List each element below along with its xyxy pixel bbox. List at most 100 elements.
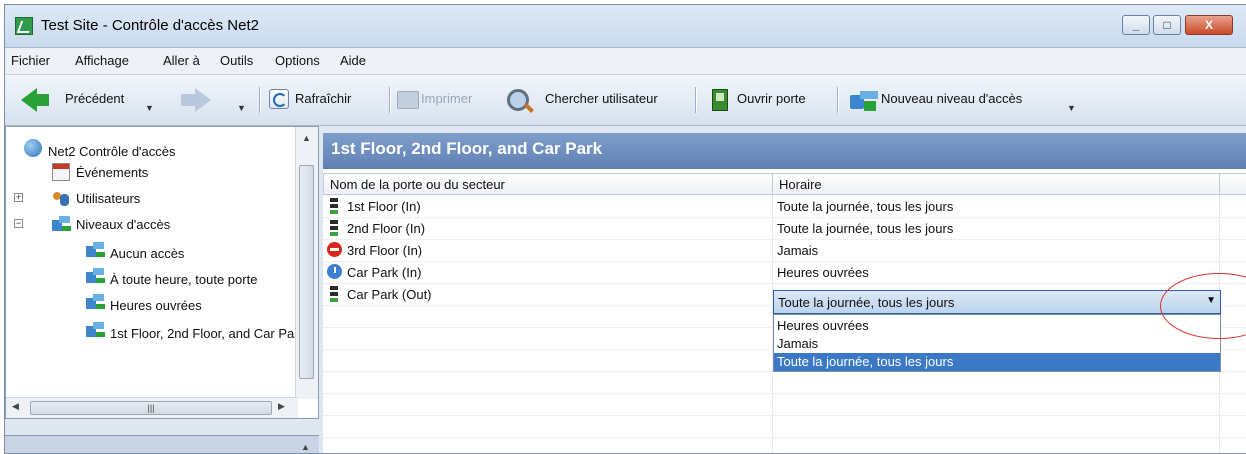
tree-item-label: À toute heure, toute porte	[110, 272, 258, 287]
window-title: Test Site - Contrôle d'accès Net2	[41, 17, 259, 34]
back-dropdown-caret-icon[interactable]: ▼	[145, 103, 154, 113]
table-row[interactable]: 3rd Floor (In) Jamais	[323, 239, 1246, 262]
forward-dropdown-caret-icon[interactable]: ▼	[237, 103, 246, 113]
schedule-dropdown[interactable]: Toute la journée, tous les jours ▼	[773, 290, 1221, 314]
empty-row	[323, 371, 1246, 394]
toolbar-separator	[259, 87, 261, 113]
app-window: Test Site - Contrôle d'accès Net2 _ □ X …	[4, 4, 1246, 454]
column-header-label: Horaire	[779, 177, 822, 192]
table-row[interactable]: Car Park (In) Heures ouvrées	[323, 261, 1246, 284]
scroll-up-icon[interactable]: ▲	[302, 133, 311, 143]
collapse-icon[interactable]: −	[14, 219, 23, 228]
access-level-icon	[86, 293, 104, 311]
tree-item-selected-level[interactable]: 1st Floor, 2nd Floor, and Car Park	[86, 319, 294, 343]
minimize-button[interactable]: _	[1122, 15, 1150, 35]
toolbar-separator	[837, 87, 839, 113]
new-access-level-caret-icon[interactable]: ▼	[1067, 103, 1076, 113]
table-row[interactable]: 2nd Floor (In) Toute la journée, tous le…	[323, 217, 1246, 240]
option-label: Heures ouvrées	[777, 318, 869, 333]
lower-pane: ▲	[5, 435, 319, 453]
search-user-label: Chercher utilisateur	[545, 91, 658, 106]
menu-bar: Fichier Affichage Aller à Outils Options…	[5, 48, 1246, 75]
dropdown-option-selected[interactable]: Toute la journée, tous les jours	[774, 353, 1220, 371]
refresh-icon[interactable]	[269, 89, 289, 109]
traffic-light-icon	[327, 197, 341, 215]
maximize-button[interactable]: □	[1153, 15, 1181, 35]
net2-app-icon	[15, 17, 33, 35]
column-header-door[interactable]: Nom de la porte ou du secteur	[323, 173, 773, 195]
tree-item-label: Utilisateurs	[76, 191, 141, 206]
tree-root-label: Net2 Contrôle d'accès	[48, 144, 176, 159]
pane-header: 1st Floor, 2nd Floor, and Car Park	[323, 133, 1246, 169]
search-user-button[interactable]: Chercher utilisateur	[545, 85, 685, 113]
printer-icon	[397, 91, 419, 109]
back-arrow-icon[interactable]	[21, 88, 49, 112]
dropdown-option[interactable]: Jamais	[774, 335, 1220, 353]
globe-icon	[24, 139, 42, 157]
schedule-value[interactable]: Heures ouvrées	[777, 265, 869, 280]
door-icon	[712, 89, 728, 111]
print-button[interactable]: Imprimer	[421, 85, 491, 113]
tree-horizontal-scrollbar[interactable]: ◀ ||| ▶	[6, 397, 298, 418]
scroll-left-icon[interactable]: ◀	[12, 401, 19, 412]
schedule-value[interactable]: Toute la journée, tous les jours	[777, 199, 953, 214]
access-level-icon	[850, 89, 878, 111]
menu-aide[interactable]: Aide	[340, 53, 366, 68]
column-header-extra	[1219, 173, 1246, 195]
tree-item-label: Aucun accès	[110, 246, 185, 261]
scroll-thumb[interactable]	[299, 165, 314, 379]
tree-item-label: Niveaux d'accès	[76, 217, 171, 232]
door-name: Car Park (Out)	[347, 287, 432, 302]
dropdown-option[interactable]: Heures ouvrées	[774, 317, 1220, 335]
refresh-label: Rafraîchir	[295, 91, 352, 106]
print-label: Imprimer	[421, 91, 473, 106]
access-level-icon	[86, 267, 104, 285]
tree-item-label: Heures ouvrées	[110, 298, 202, 313]
navigation-tree: Net2 Contrôle d'accès Événements + Utili…	[5, 126, 319, 419]
door-name: 3rd Floor (In)	[347, 243, 423, 258]
menu-options[interactable]: Options	[275, 53, 320, 68]
toolbar-separator	[695, 87, 697, 113]
traffic-light-icon	[327, 285, 341, 303]
menu-outils[interactable]: Outils	[220, 53, 253, 68]
expand-icon[interactable]: +	[14, 193, 23, 202]
schedule-value[interactable]: Jamais	[777, 243, 818, 258]
door-name: Car Park (In)	[347, 265, 422, 280]
empty-row	[323, 415, 1246, 438]
access-level-icon	[52, 215, 70, 233]
traffic-light-icon	[327, 219, 341, 237]
forward-arrow-icon[interactable]	[181, 88, 211, 112]
open-door-label: Ouvrir porte	[737, 91, 806, 106]
open-door-button[interactable]: Ouvrir porte	[737, 85, 827, 113]
door-name: 1st Floor (In)	[347, 199, 421, 214]
schedule-value[interactable]: Toute la journée, tous les jours	[777, 221, 953, 236]
close-button[interactable]: X	[1185, 15, 1233, 35]
empty-row	[323, 437, 1246, 453]
dropdown-selected-value: Toute la journée, tous les jours	[778, 295, 955, 310]
pane-title: 1st Floor, 2nd Floor, and Car Park	[331, 139, 603, 158]
scroll-up-icon[interactable]: ▲	[301, 442, 310, 452]
back-label: Précédent	[65, 91, 125, 106]
no-entry-icon	[327, 242, 342, 257]
close-icon: X	[1204, 18, 1213, 32]
door-name: 2nd Floor (In)	[347, 221, 426, 236]
clock-icon	[327, 264, 342, 279]
option-label: Toute la journée, tous les jours	[777, 354, 954, 369]
scroll-right-icon[interactable]: ▶	[278, 401, 285, 412]
menu-affichage[interactable]: Affichage	[75, 53, 129, 68]
refresh-button[interactable]: Rafraîchir	[295, 85, 385, 113]
tree-item-toute-heure[interactable]: À toute heure, toute porte	[86, 265, 294, 289]
new-access-level-label: Nouveau niveau d'accès	[881, 91, 1023, 106]
users-icon	[52, 189, 70, 207]
access-level-icon	[86, 241, 104, 259]
maximize-icon: □	[1163, 18, 1171, 32]
menu-aller-a[interactable]: Aller à	[163, 53, 200, 68]
menu-fichier[interactable]: Fichier	[11, 53, 50, 68]
new-access-level-button[interactable]: Nouveau niveau d'accès	[881, 85, 1081, 113]
tree-vertical-scrollbar[interactable]: ▲	[295, 127, 318, 399]
column-header-schedule[interactable]: Horaire	[772, 173, 1220, 195]
search-user-icon	[507, 89, 529, 111]
toolbar-separator	[389, 87, 391, 113]
table-row[interactable]: 1st Floor (In) Toute la journée, tous le…	[323, 195, 1246, 218]
scroll-thumb[interactable]: |||	[30, 401, 272, 415]
